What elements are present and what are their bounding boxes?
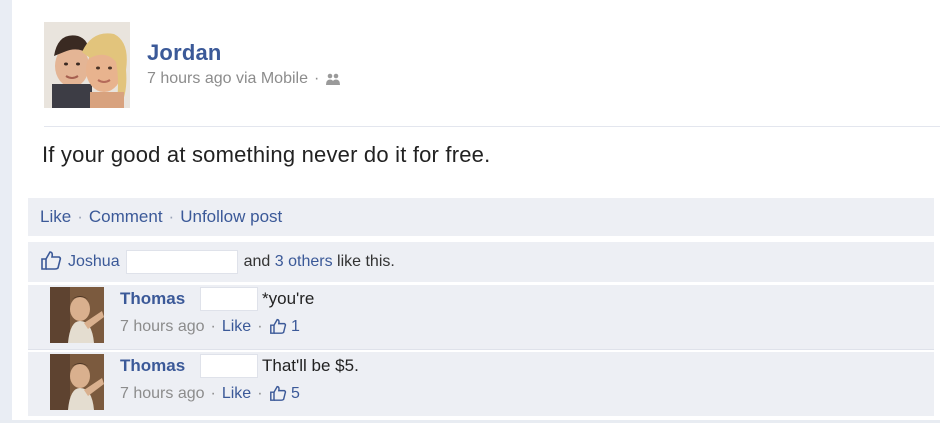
meta-separator: · — [313, 70, 320, 87]
liker-name-link[interactable]: Joshua — [68, 253, 120, 271]
friends-icon[interactable] — [325, 72, 341, 91]
comment-item: Thomas *you're 7 hours ago · Like · 1 — [28, 285, 934, 349]
post-actions: Like · Comment · Unfollow post — [28, 198, 934, 236]
commenter-avatar[interactable] — [50, 287, 104, 343]
author-avatar[interactable] — [44, 22, 130, 108]
thumbs-up-icon[interactable] — [269, 318, 287, 339]
commenter-avatar[interactable] — [50, 354, 104, 410]
comment-meta: 7 hours ago · Like · 1 — [120, 318, 300, 339]
likes-suffix: like this. — [337, 253, 395, 270]
comment-like-button[interactable]: Like — [222, 318, 251, 335]
meta-separator: · — [257, 318, 263, 335]
others-link[interactable]: 3 others — [275, 253, 333, 271]
post-card: Jordan 7 hours ago via Mobile · If your g… — [0, 0, 940, 423]
redacted-name — [125, 250, 238, 274]
likes-summary: Joshua and 3 others like this. — [28, 242, 934, 282]
action-separator: · — [77, 207, 83, 226]
author-name[interactable]: Jordan — [147, 40, 222, 66]
meta-separator: · — [257, 385, 263, 402]
meta-separator: · — [210, 318, 216, 335]
like-button[interactable]: Like — [40, 207, 71, 227]
comment-like-count[interactable]: 5 — [291, 385, 300, 402]
unfollow-post-button[interactable]: Unfollow post — [180, 207, 282, 227]
commenter-name[interactable]: Thomas — [120, 356, 185, 376]
action-separator: · — [168, 207, 175, 226]
comment-divider — [28, 349, 934, 350]
header-divider — [44, 126, 940, 127]
thumbs-up-icon[interactable] — [269, 385, 287, 406]
comment-meta: 7 hours ago · Like · 5 — [120, 385, 300, 406]
likes-and-text: and — [243, 253, 271, 270]
post-timestamp[interactable]: 7 hours ago via Mobile — [147, 70, 308, 87]
post-meta: 7 hours ago via Mobile · — [147, 70, 341, 91]
comment-timestamp[interactable]: 7 hours ago — [120, 385, 205, 402]
commenter-name[interactable]: Thomas — [120, 289, 185, 309]
meta-separator: · — [210, 385, 216, 402]
comment-like-count[interactable]: 1 — [291, 318, 300, 335]
comment-timestamp[interactable]: 7 hours ago — [120, 318, 205, 335]
redacted-name — [200, 287, 258, 311]
comment-button[interactable]: Comment — [89, 207, 163, 227]
post-message: If your good at something never do it fo… — [42, 142, 491, 167]
comment-item: Thomas That'll be $5. 7 hours ago · Like · … — [28, 352, 934, 416]
comment-text: That'll be $5. — [262, 356, 359, 375]
comment-text: *you're — [262, 289, 315, 308]
comment-like-button[interactable]: Like — [222, 385, 251, 402]
thumbs-up-icon — [40, 250, 62, 275]
redacted-name — [200, 354, 258, 378]
